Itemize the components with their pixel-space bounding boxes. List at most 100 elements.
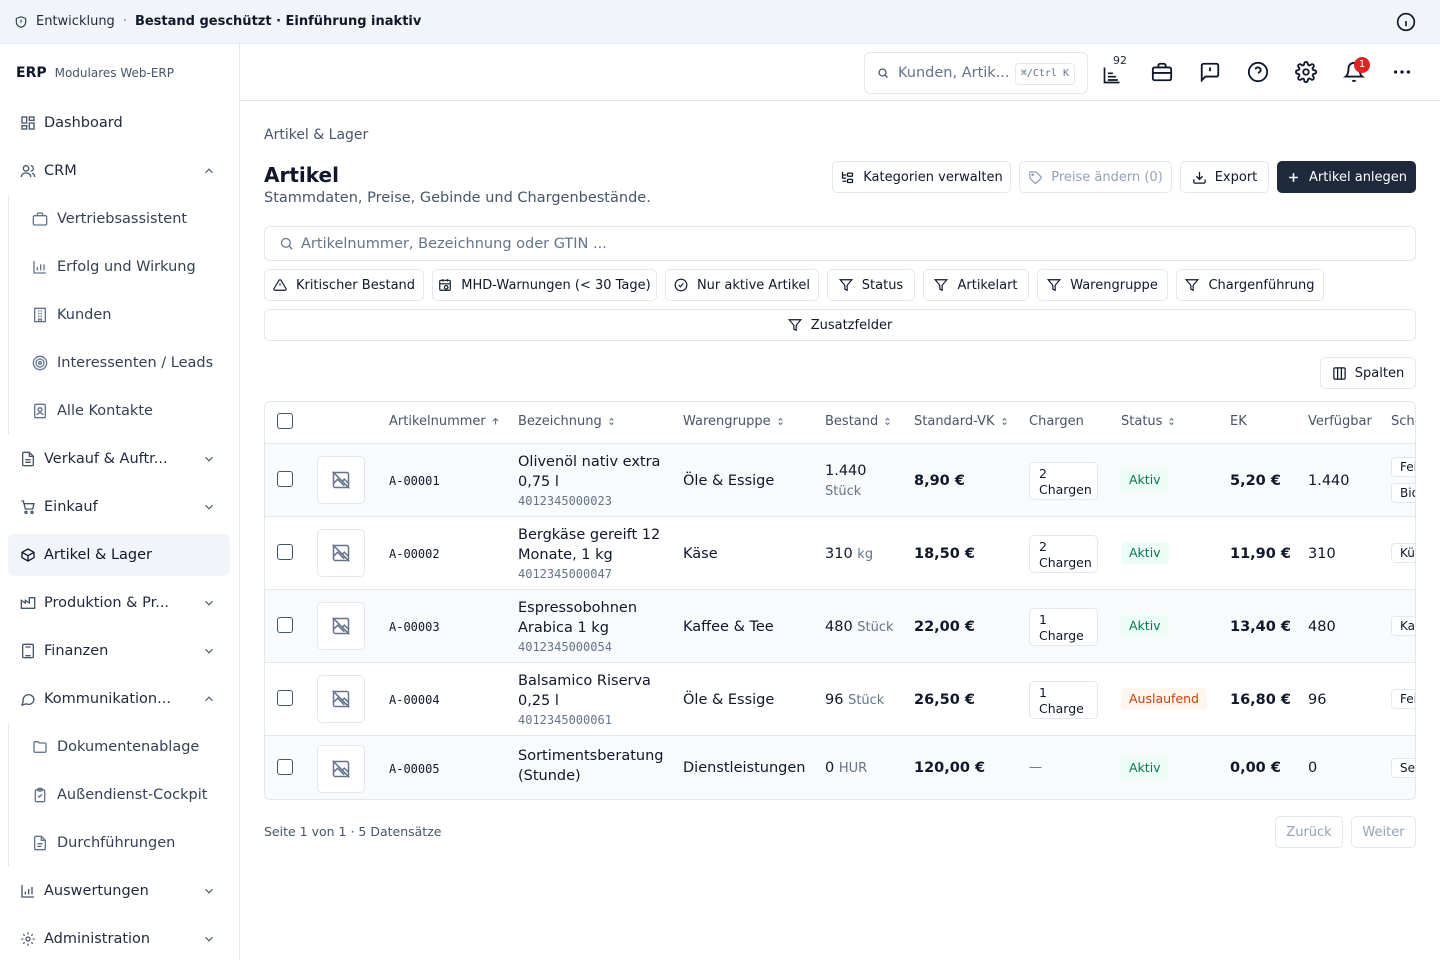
sidebar-item-purchasing[interactable]: Einkauf: [8, 486, 230, 528]
sidebar-item-production[interactable]: Produktion & Pr...: [8, 582, 230, 624]
column-header-number[interactable]: Artikelnummer: [389, 414, 500, 429]
article-name[interactable]: Balsamico Riserva: [518, 673, 651, 689]
warning-icon: [273, 279, 287, 291]
status-badge: Auslaufend: [1121, 688, 1207, 710]
table-row[interactable]: A-00004 Balsamico Riserva 0,25 l 4012345…: [265, 662, 1415, 735]
sidebar-item-communication[interactable]: Kommunikation...: [8, 678, 230, 720]
breadcrumb[interactable]: Artikel & Lager: [264, 127, 368, 143]
briefcase-icon[interactable]: [1151, 61, 1173, 83]
sidebar-item-executions[interactable]: Durchführungen: [20, 822, 230, 864]
row-checkbox[interactable]: [277, 471, 293, 487]
sidebar-item-dashboard[interactable]: Dashboard: [8, 102, 230, 144]
previous-page-button[interactable]: Zurück: [1275, 816, 1343, 848]
sidebar-item-contacts[interactable]: Alle Kontakte: [20, 390, 230, 432]
article-name-line2[interactable]: Monate, 1 kg: [518, 547, 613, 563]
article-name-line2[interactable]: 0,75 l: [518, 474, 559, 490]
row-checkbox[interactable]: [277, 690, 293, 706]
table-row[interactable]: A-00001 Olivenöl nativ extra 0,75 l 4012…: [265, 443, 1415, 516]
brand[interactable]: ERP Modulares Web-ERP: [16, 65, 174, 81]
article-name[interactable]: Olivenöl nativ extra: [518, 454, 660, 470]
row-checkbox[interactable]: [277, 759, 293, 775]
settings-icon[interactable]: [1295, 61, 1317, 83]
filter-label: Warengruppe: [1070, 277, 1158, 293]
keyword-tag: Service: [1391, 758, 1415, 778]
available-quantity: 96: [1308, 692, 1327, 708]
sidebar-item-articles[interactable]: Artikel & Lager: [8, 534, 230, 576]
more-icon[interactable]: [1391, 61, 1413, 83]
filter-critical-stock[interactable]: Kritischer Bestand: [264, 269, 424, 301]
article-number[interactable]: A-00005: [389, 762, 440, 776]
filter-active-only[interactable]: Nur aktive Artikel: [665, 269, 819, 301]
row-checkbox[interactable]: [277, 617, 293, 633]
column-header-stock[interactable]: Bestand: [825, 414, 892, 429]
batches-button[interactable]: 1 Charge: [1029, 681, 1098, 719]
article-search-input[interactable]: [301, 235, 1301, 252]
sidebar-item-sales-assistant[interactable]: Vertriebsassistent: [20, 198, 230, 240]
column-header-price[interactable]: Standard-VK: [914, 414, 1009, 429]
column-header-name[interactable]: Bezeichnung: [518, 414, 616, 429]
info-icon[interactable]: [1396, 12, 1416, 32]
no-image-icon: [332, 471, 350, 489]
filter-batch-tracking[interactable]: Chargenführung: [1176, 269, 1324, 301]
article-thumbnail: [317, 602, 365, 650]
filter-label: Chargenführung: [1208, 277, 1315, 293]
help-icon[interactable]: [1247, 61, 1269, 83]
table-row[interactable]: A-00005 Sortimentsberatung (Stunde) Dien…: [265, 735, 1415, 799]
environment-state: Bestand geschützt · Einführung inaktiv: [134, 14, 422, 29]
sort-icon: [1169, 417, 1175, 426]
batches-button[interactable]: 2 Chargen: [1029, 535, 1098, 573]
sidebar-item-sales[interactable]: Verkauf & Auftr...: [8, 438, 230, 480]
feedback-icon[interactable]: [1199, 61, 1221, 83]
row-checkbox[interactable]: [277, 544, 293, 560]
column-header-label: Artikelnummer: [389, 414, 486, 429]
sidebar-item-finance[interactable]: Finanzen: [8, 630, 230, 672]
sidebar-item-label: Durchführungen: [57, 835, 176, 851]
column-header-group[interactable]: Warengruppe: [683, 414, 785, 429]
filter-label: Artikelart: [957, 277, 1018, 293]
article-name[interactable]: Espressobohnen: [518, 600, 637, 616]
filter-product-group[interactable]: Warengruppe: [1037, 269, 1168, 301]
sidebar-item-admin[interactable]: Administration: [8, 918, 230, 960]
table-row[interactable]: A-00002 Bergkäse gereift 12 Monate, 1 kg…: [265, 516, 1415, 589]
article-name-line2[interactable]: Arabica 1 kg: [518, 620, 609, 636]
sidebar-item-success[interactable]: Erfolg und Wirkung: [20, 246, 230, 288]
chevron-down-icon: [205, 456, 213, 462]
article-number[interactable]: A-00003: [389, 620, 440, 634]
filter-article-type[interactable]: Artikelart: [923, 269, 1029, 301]
manage-categories-button[interactable]: Kategorien verwalten: [832, 161, 1011, 193]
status-badge: Aktiv: [1121, 542, 1169, 564]
columns-button[interactable]: Spalten: [1320, 357, 1416, 389]
sidebar-item-field-cockpit[interactable]: Außendienst-Cockpit: [20, 774, 230, 816]
sidebar-item-leads[interactable]: Interessenten / Leads: [20, 342, 230, 384]
select-all-checkbox[interactable]: [277, 413, 293, 429]
article-number[interactable]: A-00004: [389, 693, 440, 707]
table-row[interactable]: A-00003 Espressobohnen Arabica 1 kg 4012…: [265, 589, 1415, 662]
sidebar-item-crm[interactable]: CRM: [8, 150, 230, 192]
filter-label: Nur aktive Artikel: [696, 277, 811, 293]
sidebar-item-customers[interactable]: Kunden: [20, 294, 230, 336]
global-search-input[interactable]: [898, 65, 1010, 81]
filter-mhd-warnings[interactable]: MHD-Warnungen (< 30 Tage): [432, 269, 657, 301]
sidebar-item-documents[interactable]: Dokumentenablage: [20, 726, 230, 768]
article-name-line2[interactable]: 0,25 l: [518, 693, 559, 709]
stock-unit: Stück: [857, 620, 894, 635]
article-number[interactable]: A-00002: [389, 547, 440, 561]
article-name-line2[interactable]: (Stunde): [518, 768, 581, 784]
article-search[interactable]: [264, 226, 1416, 261]
article-number[interactable]: A-00001: [389, 474, 440, 488]
create-article-button[interactable]: Artikel anlegen: [1277, 161, 1416, 193]
filter-extra-fields[interactable]: Zusatzfelder: [264, 309, 1416, 341]
change-prices-button[interactable]: Preise ändern (0): [1019, 161, 1172, 193]
queue-icon[interactable]: [1102, 65, 1122, 85]
column-header-status[interactable]: Status: [1121, 414, 1176, 429]
page-title: Artikel: [264, 163, 339, 187]
filter-status[interactable]: Status: [827, 269, 915, 301]
article-name[interactable]: Sortimentsberatung: [518, 748, 663, 764]
next-page-button[interactable]: Weiter: [1351, 816, 1416, 848]
global-search[interactable]: ⌘/Ctrl K: [864, 52, 1088, 94]
export-button[interactable]: Export: [1180, 161, 1269, 193]
batches-button[interactable]: 2 Chargen: [1029, 462, 1098, 500]
article-name[interactable]: Bergkäse gereift 12: [518, 527, 660, 543]
batches-button[interactable]: 1 Charge: [1029, 608, 1098, 646]
sidebar-item-reports[interactable]: Auswertungen: [8, 870, 230, 912]
